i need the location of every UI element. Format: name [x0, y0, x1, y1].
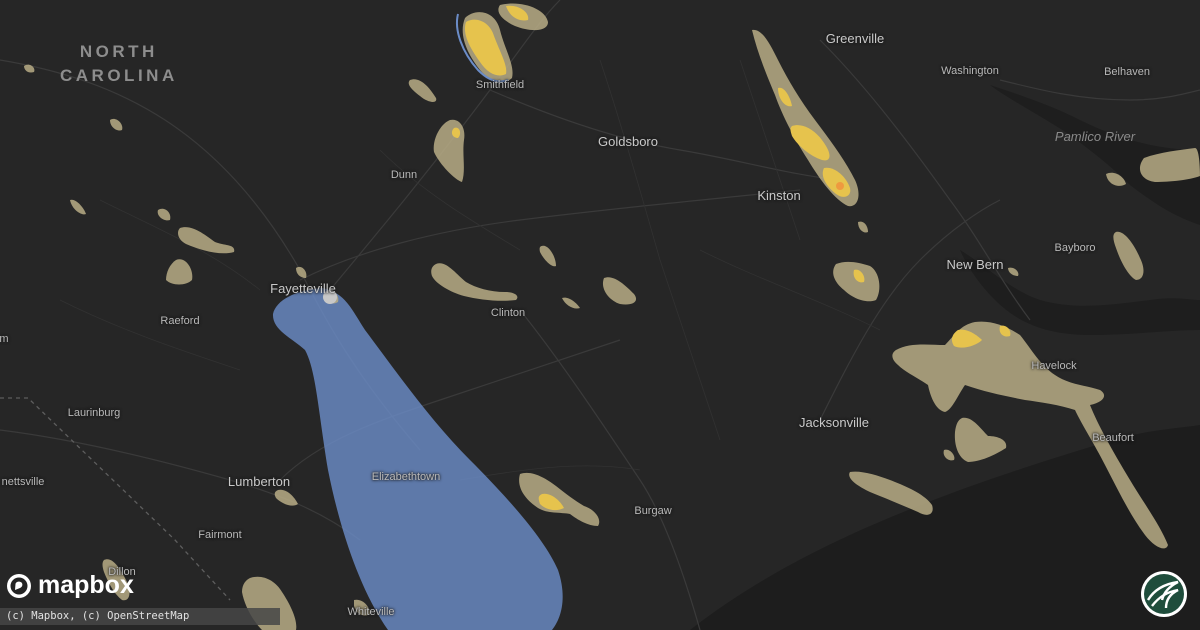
city-lumberton[interactable]: Lumberton [228, 474, 290, 489]
city-washington[interactable]: Washington [941, 65, 999, 77]
city-whiteville[interactable]: Whiteville [347, 606, 394, 618]
map-canvas[interactable]: NORTH CAROLINA Greenville Washington Bel… [0, 0, 1200, 630]
city-greenville[interactable]: Greenville [826, 31, 885, 46]
state-label-line-2: CAROLINA [60, 66, 178, 85]
city-fairmont[interactable]: Fairmont [198, 529, 241, 541]
city-new-bern[interactable]: New Bern [946, 257, 1003, 272]
city-elizabethtown[interactable]: Elizabethtown [372, 471, 441, 483]
water-label-pamlico-river: Pamlico River [1054, 129, 1136, 144]
map-attribution[interactable]: (c) Mapbox, (c) OpenStreetMap [0, 608, 280, 625]
city-clinton[interactable]: Clinton [491, 307, 525, 319]
city-smithfield[interactable]: Smithfield [476, 79, 524, 91]
hail-severe [836, 182, 844, 190]
warning-swath [272, 288, 563, 630]
state-label: NORTH CAROLINA [60, 40, 178, 88]
storm-badge-icon[interactable] [1140, 570, 1188, 618]
city-laurinburg[interactable]: Laurinburg [68, 407, 121, 419]
city-kinston[interactable]: Kinston [757, 188, 800, 203]
city-edge-left[interactable]: m [0, 333, 9, 345]
city-goldsboro[interactable]: Goldsboro [598, 134, 658, 149]
state-label-line-1: NORTH [79, 42, 158, 61]
mapbox-logo[interactable]: mapbox [6, 571, 134, 600]
city-beaufort[interactable]: Beaufort [1092, 432, 1134, 444]
city-havelock[interactable]: Havelock [1031, 360, 1076, 372]
city-burgaw[interactable]: Burgaw [634, 505, 671, 517]
city-fayetteville[interactable]: Fayetteville [270, 281, 336, 296]
city-jacksonville[interactable]: Jacksonville [799, 415, 869, 430]
hail-cores [451, 5, 1011, 511]
mapbox-logo-icon [7, 573, 31, 598]
city-bennettsville[interactable]: nettsville [2, 476, 45, 488]
city-bayboro[interactable]: Bayboro [1055, 242, 1096, 254]
city-belhaven[interactable]: Belhaven [1104, 66, 1150, 78]
city-raeford[interactable]: Raeford [160, 315, 199, 327]
city-dunn[interactable]: Dunn [391, 169, 417, 181]
mapbox-logo-text: mapbox [38, 571, 134, 599]
